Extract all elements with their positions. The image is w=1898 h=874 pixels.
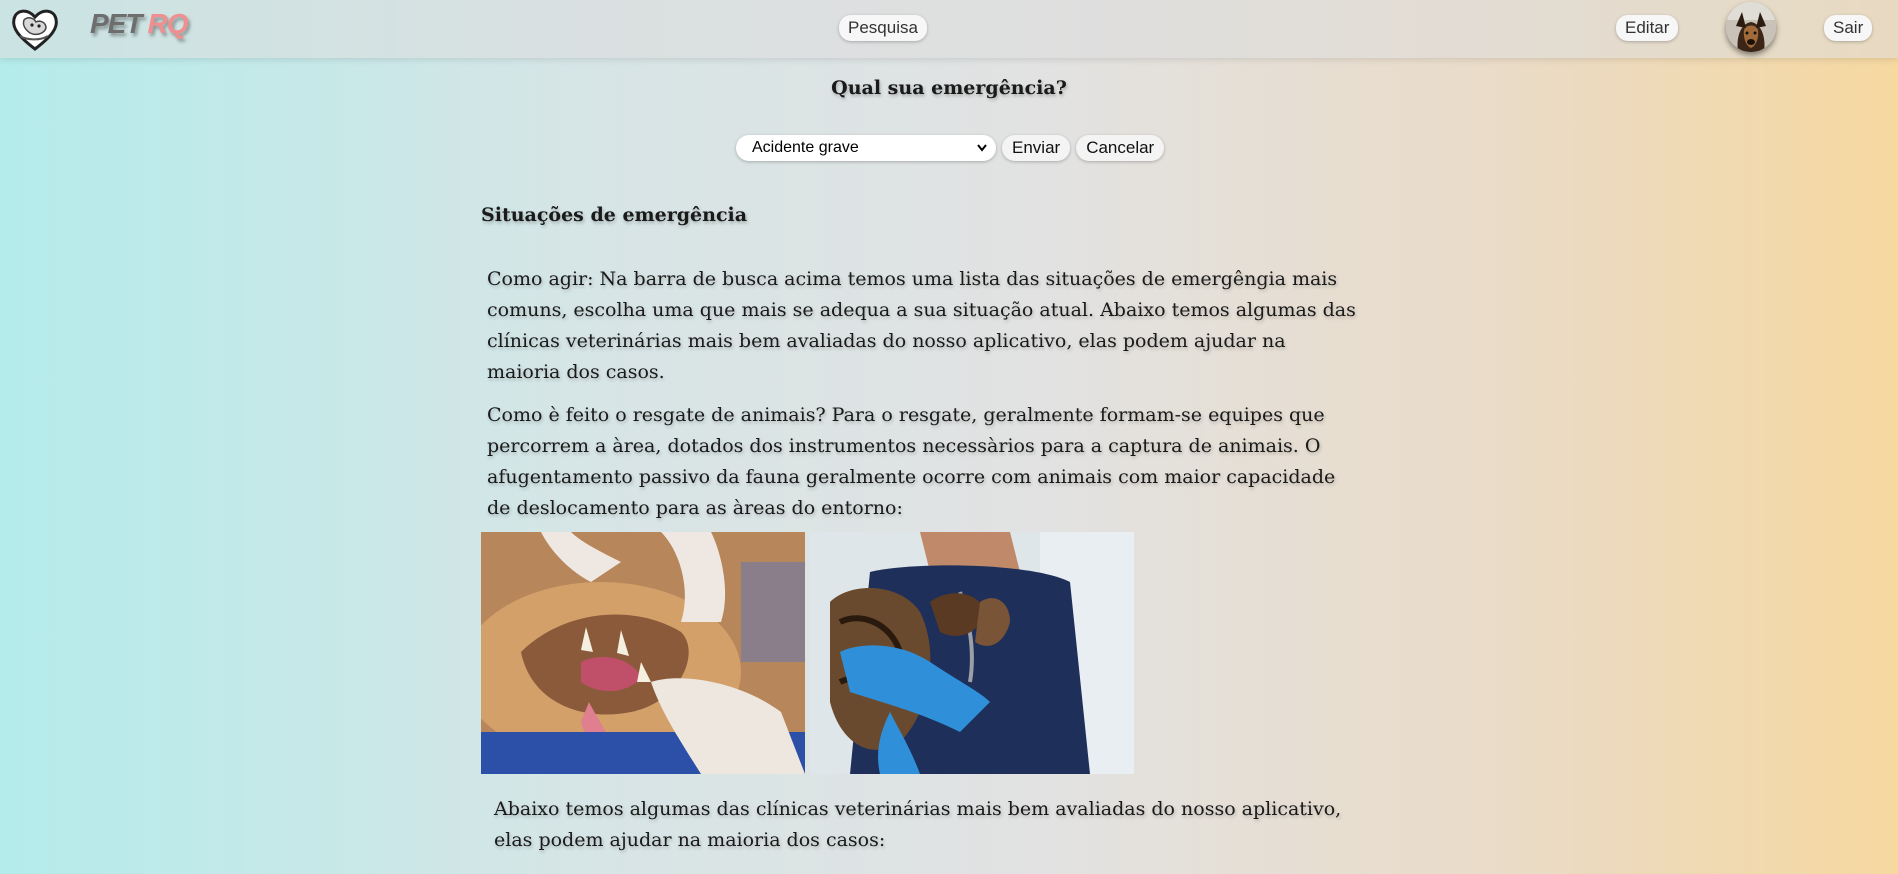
- send-button[interactable]: Enviar: [1002, 135, 1071, 161]
- search-nav-button[interactable]: Pesquisa: [839, 15, 927, 41]
- heart-pet-logo-icon[interactable]: [10, 6, 60, 52]
- emergency-question: Qual sua emergência?: [831, 77, 1067, 99]
- emergency-type-select[interactable]: Acidente grave: [736, 135, 996, 161]
- brand-part-2: RQ: [147, 8, 188, 39]
- emergency-selected-value: Acidente grave: [752, 139, 859, 156]
- how-to-act-paragraph: Como agir: Na barra de busca acima temos…: [487, 268, 1356, 383]
- clinics-intro-paragraph: Abaixo temos algumas das clínicas veteri…: [494, 798, 1342, 851]
- vet-examining-big-cat-image: [481, 532, 805, 774]
- logout-button[interactable]: Sair: [1824, 15, 1873, 41]
- cancel-button[interactable]: Cancelar: [1076, 135, 1165, 161]
- section-title: Situações de emergência: [481, 204, 748, 226]
- avatar[interactable]: [1726, 2, 1776, 52]
- edit-profile-button[interactable]: Editar: [1616, 15, 1679, 41]
- brand-logo[interactable]: PET RQ: [90, 8, 188, 40]
- top-navigation-bar: PET RQ Pesquisa Editar Sair: [0, 0, 1898, 58]
- vet-holding-snake-image: [810, 532, 1134, 774]
- chevron-down-icon: [976, 135, 988, 170]
- emergency-form: Acidente grave Enviar Cancelar: [736, 135, 1165, 161]
- brand-part-1: PET: [90, 8, 142, 39]
- rescue-paragraph: Como è feito o resgate de animais? Para …: [487, 404, 1336, 519]
